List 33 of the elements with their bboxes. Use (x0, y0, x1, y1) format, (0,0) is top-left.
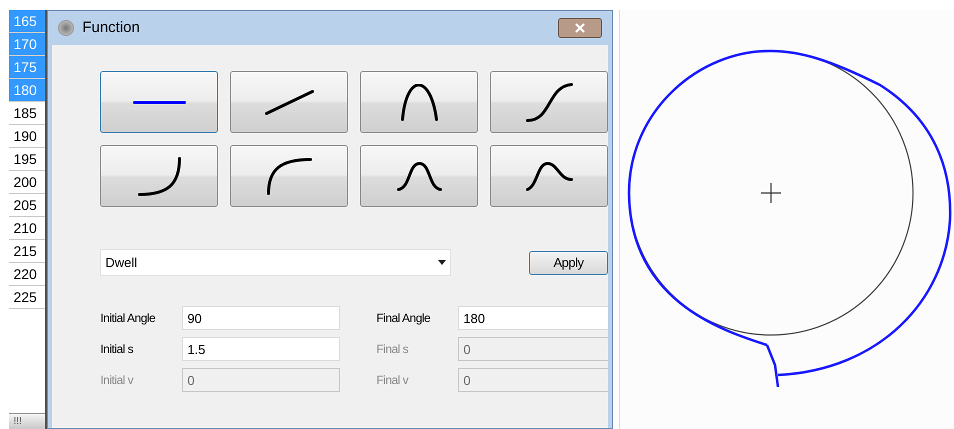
concave-curve-icon (138, 156, 181, 196)
skewed-bell-curve-icon (526, 162, 573, 190)
close-icon (575, 23, 586, 33)
value-input[interactable]: 90 (182, 306, 340, 330)
arch-curve-icon (400, 84, 438, 120)
ramp-curve-icon (264, 90, 314, 114)
flat-curve-icon (132, 100, 186, 104)
function-button[interactable] (230, 145, 348, 207)
field-label: Initial Angle (100, 310, 156, 327)
function-button[interactable] (490, 145, 608, 207)
function-select[interactable]: Dwell (100, 249, 451, 276)
function-button[interactable] (100, 145, 218, 207)
close-button[interactable] (558, 18, 602, 38)
function-button[interactable] (360, 71, 478, 133)
field-label: Final v (376, 372, 410, 389)
field-label: Final Angle (376, 310, 432, 327)
apply-button[interactable]: Apply (528, 250, 608, 274)
rise-curve-icon (526, 82, 573, 122)
function-button[interactable] (100, 71, 218, 133)
value-input[interactable]: 1.5 (182, 337, 340, 361)
field-label: Initial v (100, 372, 134, 389)
function-button[interactable] (360, 145, 478, 207)
field-label: Initial s (100, 341, 134, 358)
function-button[interactable] (230, 71, 348, 133)
value-input[interactable]: 180 (458, 306, 608, 330)
field-label: Final s (376, 341, 410, 358)
list-scroll-handle[interactable]: !!! (9, 413, 46, 429)
convex-curve-icon (266, 158, 312, 194)
bell-curve-icon (396, 162, 442, 190)
window-title: Function (82, 18, 140, 38)
function-button[interactable] (490, 71, 608, 133)
app-icon (58, 20, 74, 36)
dropdown-caret-icon (438, 260, 446, 265)
